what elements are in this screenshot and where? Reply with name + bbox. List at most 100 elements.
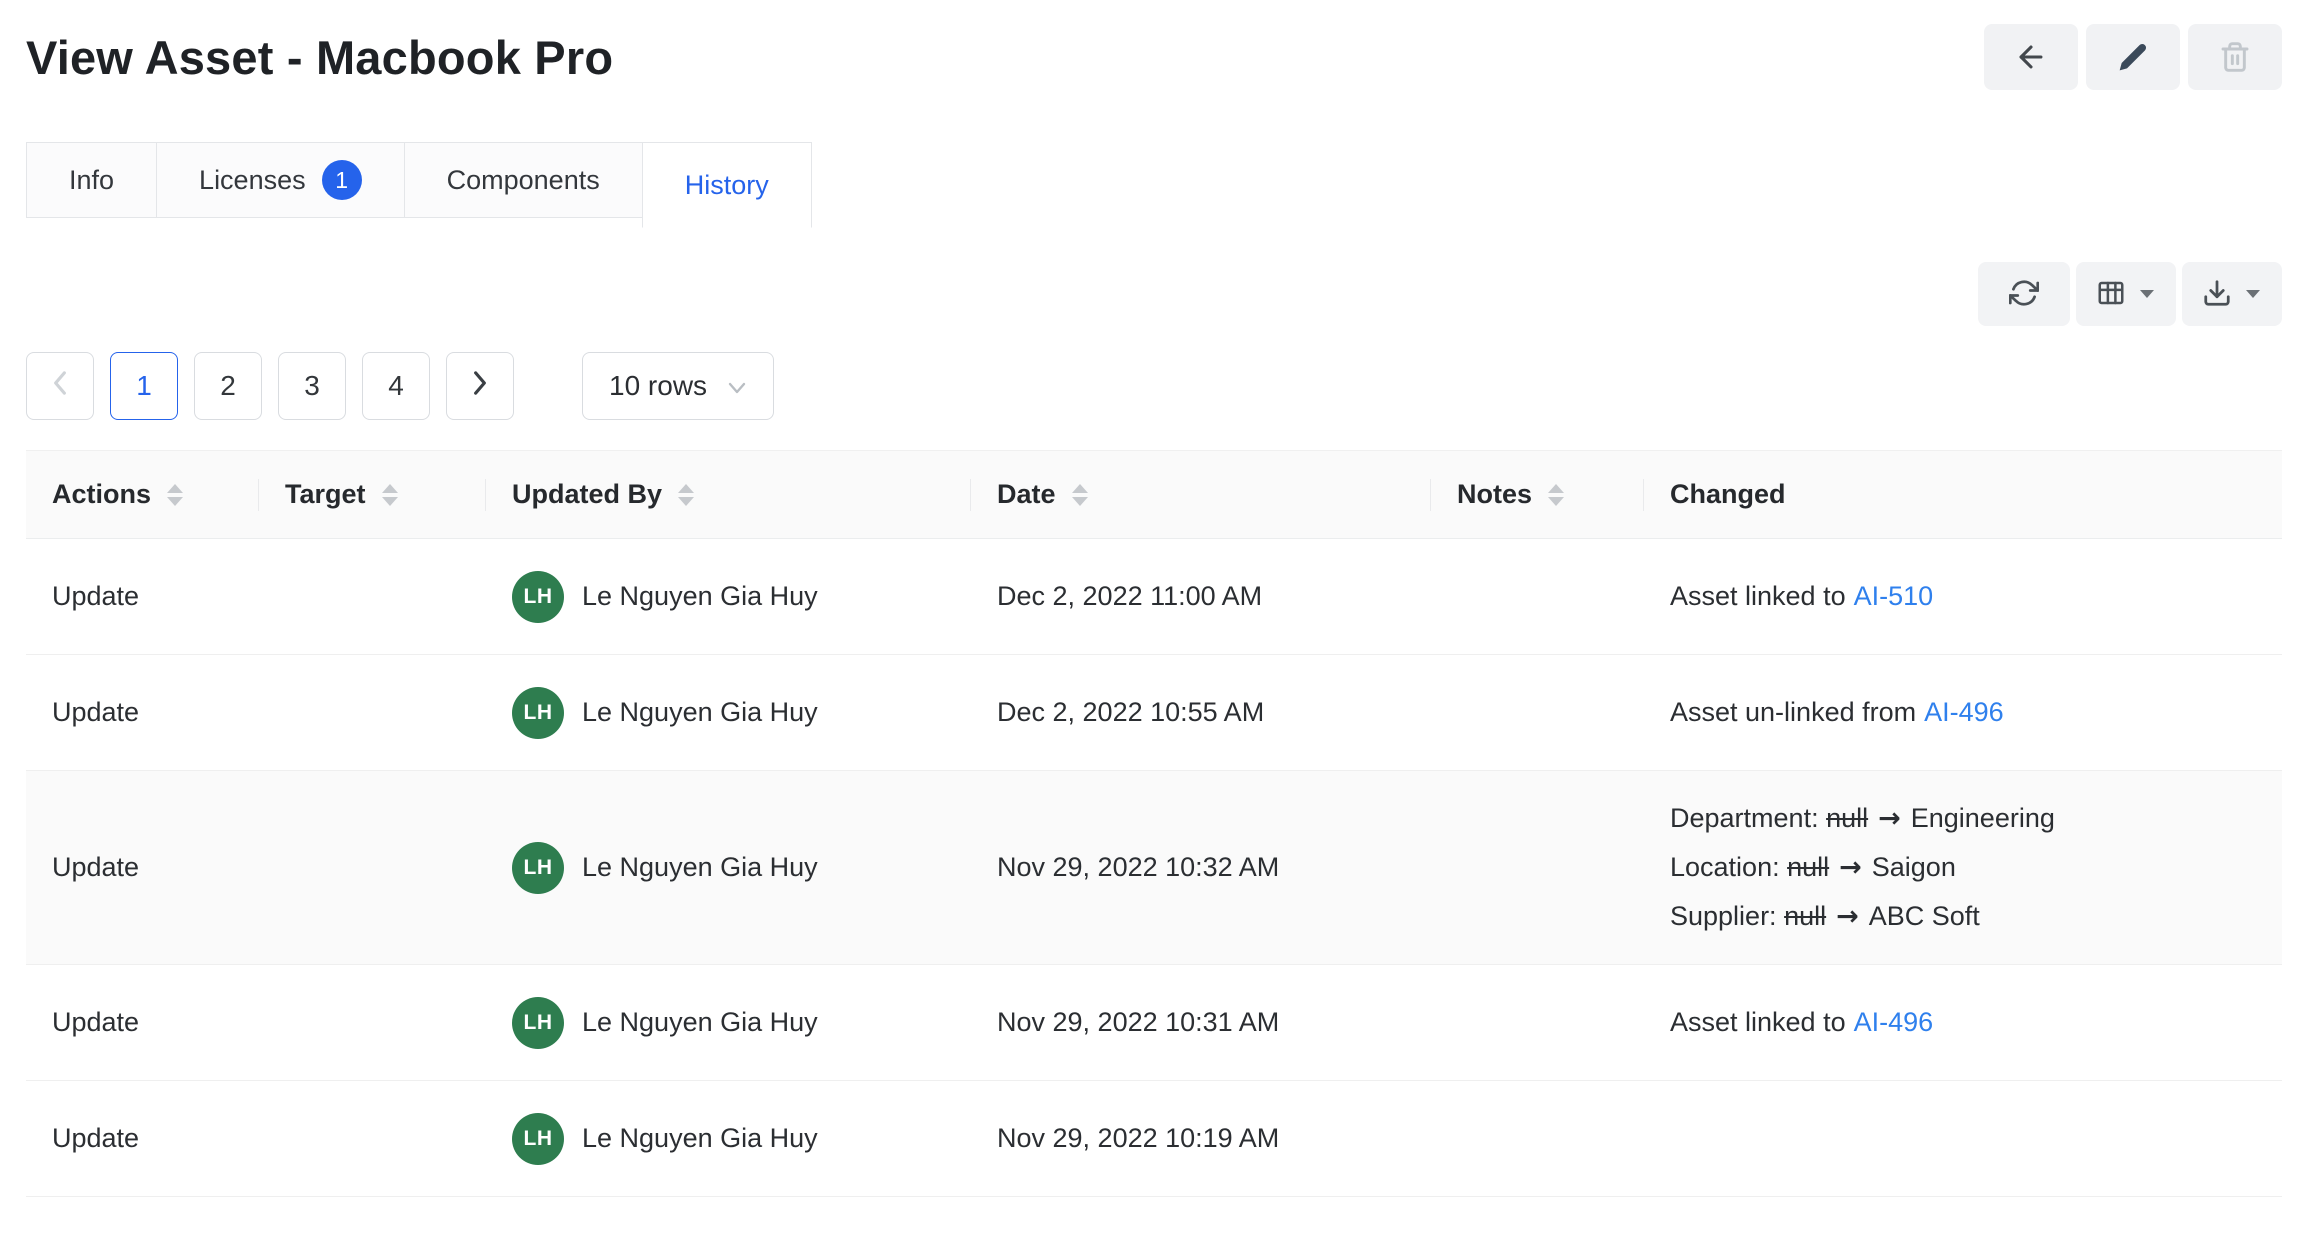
user-name: Le Nguyen Gia Huy — [582, 1123, 818, 1154]
table-header-row: Actions Target Updated By Date Notes — [26, 451, 2282, 539]
column-header-target[interactable]: Target — [259, 451, 486, 539]
old-value: null — [1826, 803, 1868, 833]
export-button[interactable] — [2182, 262, 2282, 326]
delete-button[interactable] — [2188, 24, 2282, 90]
user-name: Le Nguyen Gia Huy — [582, 581, 818, 612]
refresh-button[interactable] — [1978, 262, 2070, 326]
rows-per-page-select[interactable]: 10 rows — [582, 352, 774, 420]
page-button-4[interactable]: 4 — [362, 352, 430, 420]
changed-line: Location: null→Saigon — [1670, 843, 2262, 892]
arrow-left-icon — [2014, 40, 2048, 74]
column-label: Target — [285, 479, 366, 510]
column-label: Changed — [1670, 479, 1786, 510]
sort-carets-icon — [678, 484, 694, 506]
sort-carets-icon — [1548, 484, 1564, 506]
trash-icon — [2219, 41, 2251, 73]
avatar: LH — [512, 1113, 564, 1165]
page-button-3[interactable]: 3 — [278, 352, 346, 420]
sort-carets-icon — [382, 484, 398, 506]
page-button-2[interactable]: 2 — [194, 352, 262, 420]
avatar: LH — [512, 997, 564, 1049]
column-header-notes[interactable]: Notes — [1431, 451, 1644, 539]
user-name: Le Nguyen Gia Huy — [582, 852, 818, 883]
back-button[interactable] — [1984, 24, 2078, 90]
licenses-count-badge: 1 — [322, 160, 362, 200]
page-header: View Asset - Macbook Pro — [26, 0, 2282, 90]
asset-link[interactable]: AI-496 — [1854, 1007, 1934, 1037]
old-value: null — [1787, 852, 1829, 882]
refresh-icon — [2009, 278, 2039, 311]
columns-button[interactable] — [2076, 262, 2176, 326]
date-cell: Nov 29, 2022 10:32 AM — [971, 771, 1431, 965]
target-cell — [259, 539, 486, 655]
download-icon — [2202, 278, 2232, 311]
edit-button[interactable] — [2086, 24, 2180, 90]
column-header-actions[interactable]: Actions — [26, 451, 259, 539]
notes-cell — [1431, 771, 1644, 965]
tab-info[interactable]: Info — [26, 142, 157, 218]
table-grid-icon — [2096, 278, 2126, 311]
tab-label: Info — [69, 165, 114, 196]
action-cell: Update — [26, 539, 259, 655]
avatar: LH — [512, 687, 564, 739]
tab-licenses[interactable]: Licenses 1 — [156, 142, 405, 218]
action-cell: Update — [26, 655, 259, 771]
old-value: null — [1784, 901, 1826, 931]
action-cell: Update — [26, 771, 259, 965]
sort-carets-icon — [1072, 484, 1088, 506]
caret-down-icon — [2244, 287, 2262, 302]
changed-text: Asset linked to — [1670, 1007, 1846, 1037]
notes-cell — [1431, 539, 1644, 655]
notes-cell — [1431, 655, 1644, 771]
column-header-date[interactable]: Date — [971, 451, 1431, 539]
date-cell: Nov 29, 2022 10:19 AM — [971, 1081, 1431, 1197]
avatar: LH — [512, 842, 564, 894]
pagination: 1 2 3 4 10 rows — [26, 352, 2282, 420]
prev-page-button[interactable] — [26, 352, 94, 420]
changed-text: Asset un-linked from — [1670, 697, 1916, 727]
updated-by-cell: LH Le Nguyen Gia Huy — [486, 539, 971, 655]
date-cell: Nov 29, 2022 10:31 AM — [971, 965, 1431, 1081]
action-cell: Update — [26, 965, 259, 1081]
tab-bar: Info Licenses 1 Components History — [26, 142, 2282, 228]
arrow-right-icon: → — [1836, 901, 1859, 932]
tab-components[interactable]: Components — [404, 142, 643, 218]
notes-cell — [1431, 1081, 1644, 1197]
changed-cell: Asset linked to AI-496 — [1644, 965, 2282, 1081]
column-header-updated-by[interactable]: Updated By — [486, 451, 971, 539]
change-field: Department: — [1670, 803, 1819, 833]
change-field: Location: — [1670, 852, 1780, 882]
chevron-down-icon — [727, 370, 747, 402]
column-label: Notes — [1457, 479, 1532, 510]
asset-link[interactable]: AI-496 — [1924, 697, 2004, 727]
sort-carets-icon — [167, 484, 183, 506]
date-cell: Dec 2, 2022 11:00 AM — [971, 539, 1431, 655]
asset-link[interactable]: AI-510 — [1854, 581, 1934, 611]
updated-by-cell: LH Le Nguyen Gia Huy — [486, 655, 971, 771]
tab-label: Components — [447, 165, 600, 196]
column-label: Actions — [52, 479, 151, 510]
header-actions — [1984, 24, 2282, 90]
arrow-right-icon: → — [1878, 803, 1901, 834]
changed-cell: Department: null→Engineering Location: n… — [1644, 771, 2282, 965]
changed-line: Department: null → Engineering — [1670, 794, 2262, 843]
column-header-changed: Changed — [1644, 451, 2282, 539]
page-title: View Asset - Macbook Pro — [26, 30, 613, 85]
user-name: Le Nguyen Gia Huy — [582, 697, 818, 728]
avatar: LH — [512, 571, 564, 623]
updated-by-cell: LH Le Nguyen Gia Huy — [486, 965, 971, 1081]
changed-line: Supplier: null→ABC Soft — [1670, 892, 2262, 941]
chevron-left-icon — [51, 370, 69, 403]
caret-down-icon — [2138, 287, 2156, 302]
new-value: Engineering — [1911, 803, 2055, 833]
target-cell — [259, 655, 486, 771]
next-page-button[interactable] — [446, 352, 514, 420]
change-field: Supplier: — [1670, 901, 1777, 931]
table-row: Update LH Le Nguyen Gia Huy Nov 29, 2022… — [26, 965, 2282, 1081]
page-button-1[interactable]: 1 — [110, 352, 178, 420]
tab-history[interactable]: History — [642, 142, 812, 228]
table-row: Update LH Le Nguyen Gia Huy Dec 2, 2022 … — [26, 539, 2282, 655]
table-toolbar — [26, 262, 2282, 326]
table-row: Update LH Le Nguyen Gia Huy Nov 29, 2022… — [26, 1081, 2282, 1197]
changed-cell: Asset linked toAI-510 — [1644, 539, 2282, 655]
